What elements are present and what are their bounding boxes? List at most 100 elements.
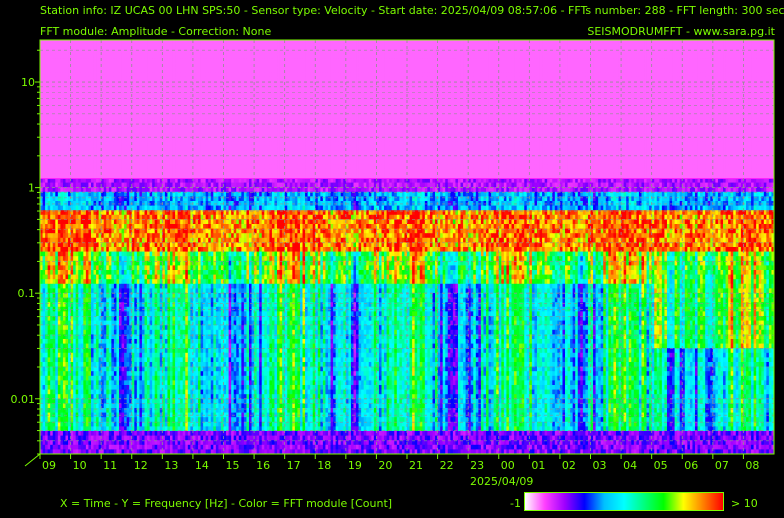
heatmap-cell [511, 99, 515, 105]
heatmap-cell [730, 72, 734, 78]
heatmap-cell [486, 72, 489, 78]
heatmap-cell [677, 99, 681, 105]
heatmap-cell [131, 109, 135, 114]
heatmap-cell [236, 76, 240, 82]
heatmap-cell [42, 53, 46, 59]
heatmap-cell [136, 109, 140, 114]
heatmap-cell [519, 44, 523, 50]
heatmap-cell [368, 90, 372, 96]
heatmap-cell [205, 113, 209, 119]
heatmap-cell [531, 53, 535, 59]
heatmap-cell [241, 49, 245, 55]
heatmap-cell [516, 44, 520, 50]
heatmap-cell [50, 40, 54, 45]
heatmap-cell [689, 58, 693, 64]
heatmap-cell [598, 95, 602, 101]
heatmap-cell [111, 63, 115, 68]
heatmap-cell [70, 109, 74, 114]
heatmap-cell [65, 99, 69, 105]
heatmap-cell [121, 109, 125, 114]
heatmap-cell [172, 99, 176, 105]
heatmap-cell [307, 72, 311, 78]
heatmap-cell [669, 67, 673, 73]
heatmap-cell [498, 95, 502, 101]
heatmap-cell [631, 113, 635, 119]
heatmap-cell [121, 118, 125, 124]
heatmap-cell [600, 104, 604, 110]
heatmap-cell [274, 95, 278, 101]
heatmap-cell [254, 58, 258, 64]
heatmap-cell [720, 44, 724, 50]
heatmap-cell [386, 72, 390, 78]
heatmap-cell [452, 90, 456, 96]
heatmap-cell [542, 44, 546, 50]
heatmap-cell [45, 67, 49, 73]
heatmap-cell [315, 76, 319, 82]
heatmap-cell [108, 63, 112, 68]
heatmap-cell [626, 90, 630, 96]
heatmap-cell [198, 90, 201, 96]
heatmap-cell [47, 109, 51, 114]
heatmap-cell [401, 109, 405, 114]
heatmap-cell [187, 118, 191, 124]
heatmap-cell [200, 118, 204, 124]
heatmap-cell [608, 63, 612, 68]
heatmap-cell [116, 53, 120, 59]
heatmap-cell [147, 53, 150, 59]
heatmap-cell [636, 44, 640, 50]
heatmap-cell [167, 63, 171, 68]
heatmap-cell [486, 90, 489, 96]
heatmap-cell [445, 99, 449, 105]
heatmap-cell [715, 58, 719, 64]
heatmap-cell [529, 40, 533, 45]
heatmap-cell [442, 90, 446, 96]
heatmap-cell [238, 95, 242, 101]
heatmap-cell [468, 90, 472, 96]
heatmap-cell [42, 113, 46, 119]
heatmap-cell [654, 53, 658, 59]
heatmap-cell [422, 99, 426, 105]
heatmap-cell [259, 40, 263, 45]
heatmap-cell [452, 63, 456, 68]
heatmap-cell [623, 113, 627, 119]
heatmap-cell [603, 40, 607, 45]
heatmap-cell [506, 40, 510, 45]
heatmap-cell [274, 76, 278, 82]
heatmap-cell [376, 72, 380, 78]
heatmap-cell [350, 113, 354, 119]
heatmap-cell [766, 58, 770, 64]
heatmap-cell [677, 40, 681, 45]
heatmap-cell [348, 53, 352, 59]
heatmap-cell [182, 118, 186, 124]
heatmap-cell [445, 63, 449, 68]
heatmap-cell [254, 118, 258, 124]
heatmap-cell [623, 90, 627, 96]
heatmap-cell [389, 53, 393, 59]
heatmap-cell [322, 67, 326, 73]
heatmap-cell [108, 95, 112, 101]
heatmap-cell [654, 113, 658, 119]
heatmap-cell [659, 76, 663, 82]
heatmap-cell [697, 40, 701, 45]
heatmap-cell [582, 58, 586, 64]
heatmap-cell [468, 109, 472, 114]
heatmap-cell [45, 90, 49, 96]
heatmap-cell [65, 53, 69, 59]
heatmap-cell [514, 76, 517, 82]
heatmap-cell [457, 76, 461, 82]
heatmap-cell [378, 113, 382, 119]
heatmap-cell [279, 63, 283, 68]
heatmap-cell [384, 40, 388, 45]
heatmap-cell [730, 58, 734, 64]
heatmap-cell [700, 58, 704, 64]
heatmap-cell [52, 63, 56, 68]
heatmap-cell [113, 90, 117, 96]
heatmap-cell [707, 90, 711, 96]
heatmap-cell [50, 95, 54, 101]
heatmap-cell [57, 53, 61, 59]
heatmap-cell [259, 99, 263, 105]
heatmap-cell [152, 118, 156, 124]
heatmap-cell [330, 113, 334, 119]
heatmap-cell [687, 109, 691, 114]
heatmap-cell [208, 95, 212, 101]
